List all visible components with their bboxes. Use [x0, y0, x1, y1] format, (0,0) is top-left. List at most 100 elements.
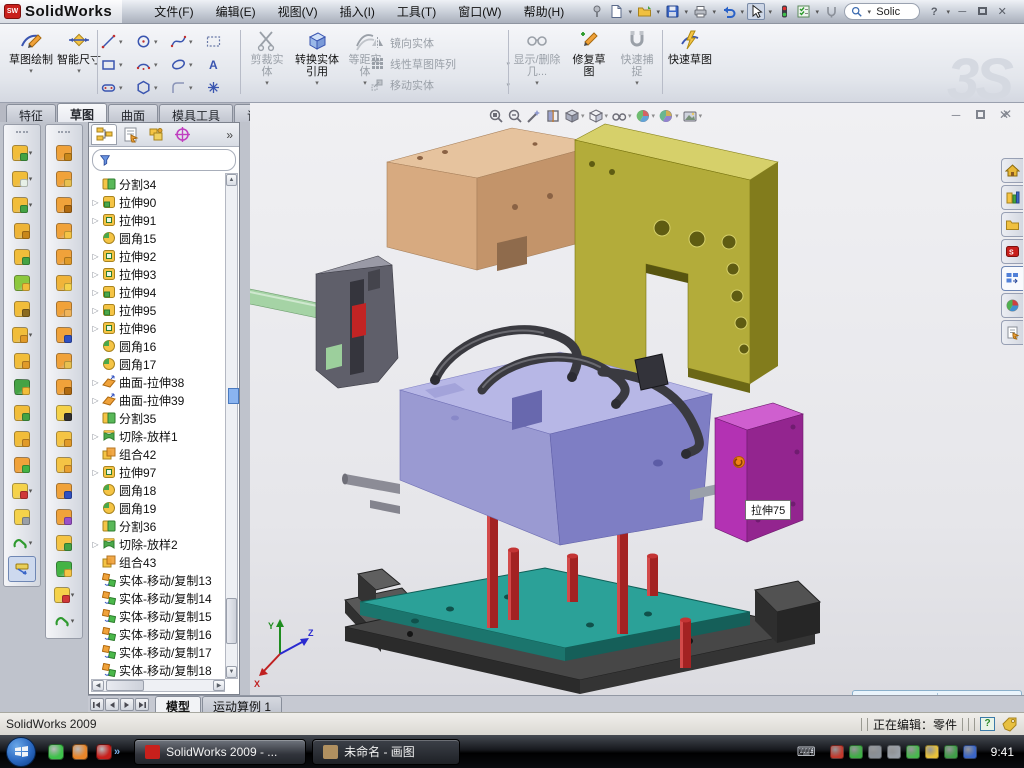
graphics-viewport[interactable]: Y Z X — [250, 103, 1024, 695]
display-style-icon[interactable]: ▾ — [588, 108, 609, 124]
features-extruded-boss-caret[interactable]: ▾ — [29, 149, 33, 157]
tree-item[interactable]: 圆角18 — [91, 481, 225, 499]
first-tab-button[interactable] — [90, 698, 104, 711]
tab-dimxpertmanager[interactable] — [169, 124, 195, 145]
minimize-button[interactable]: ─ — [952, 6, 972, 18]
sketch-fillet-tool[interactable]: ▾ — [170, 76, 204, 99]
expand-arrow-icon[interactable]: ▷ — [91, 432, 100, 441]
last-tab-button[interactable] — [135, 698, 149, 711]
tree-item[interactable]: ▷拉伸90 — [91, 193, 225, 211]
features-fillet-icon[interactable]: ▾ — [4, 192, 40, 218]
mold-freeform-curve-icon[interactable]: ▾ — [46, 608, 82, 634]
sketch-caret[interactable]: ▾ — [8, 67, 54, 75]
slot-tool[interactable]: ▾ — [100, 76, 134, 99]
smart-dimension-button[interactable]: 智能尺寸 ▾ — [56, 28, 102, 75]
scroll-thumb[interactable] — [106, 680, 144, 691]
display-delete-relations-caret[interactable]: ▾ — [512, 79, 562, 87]
sync-status-icon[interactable] — [963, 745, 977, 759]
mold-offset-surface-icon[interactable] — [46, 296, 82, 322]
trim-entities-button[interactable]: 剪裁实体 ▾ — [246, 28, 288, 87]
tab-featuremanager-tree[interactable] — [91, 124, 117, 145]
taskpane-design-library-tab[interactable] — [1001, 185, 1023, 210]
zoom-area-icon[interactable] — [507, 108, 523, 124]
system-update-icon[interactable] — [868, 745, 882, 759]
section-view-icon[interactable] — [545, 108, 561, 124]
features-linear-pattern-icon[interactable]: ▾ — [4, 322, 40, 348]
taskpane-custom-properties-tab[interactable] — [1001, 320, 1023, 345]
convert-entities-button[interactable]: 转换实体引用 ▾ — [292, 28, 342, 87]
tree-item[interactable]: 圆角19 — [91, 499, 225, 517]
expand-arrow-icon[interactable]: ▷ — [91, 378, 100, 387]
mold-core-icon[interactable] — [46, 556, 82, 582]
menu-item-0[interactable]: 文件(F) — [144, 0, 203, 23]
toolbar-grip[interactable] — [58, 131, 70, 137]
tree-item[interactable]: 圆角15 — [91, 229, 225, 247]
menu-item-6[interactable]: 帮助(H) — [514, 0, 575, 23]
antivirus-shield-icon[interactable] — [849, 745, 863, 759]
tab-surfaces[interactable]: 曲面 — [108, 104, 158, 122]
features-rib-icon[interactable] — [4, 348, 40, 374]
mold-parting-line-icon[interactable] — [46, 452, 82, 478]
features-delete-body-caret[interactable]: ▾ — [29, 487, 33, 495]
select-cursor-icon[interactable] — [747, 3, 765, 20]
taskbar-app-0[interactable]: SolidWorks 2009 - ... — [134, 739, 306, 765]
solidworks-shortcut-icon[interactable] — [96, 744, 112, 760]
search-scope-caret[interactable]: ▾ — [865, 8, 873, 16]
tree-item[interactable]: 实体-移动/复制14 — [91, 589, 225, 607]
convert-entities-caret[interactable]: ▾ — [292, 79, 342, 87]
tab-propertymanager[interactable] — [117, 124, 143, 145]
sketch-button[interactable]: 草图绘制 ▾ — [8, 28, 54, 75]
tree-item[interactable]: 分割34 — [91, 175, 225, 193]
features-combine-bodies-icon[interactable] — [4, 426, 40, 452]
menu-item-2[interactable]: 视图(V) — [268, 0, 328, 23]
tree-item[interactable]: 实体-移动/复制17 — [91, 643, 225, 661]
mirror-entities-button[interactable]: 镜向实体 — [370, 32, 510, 53]
new-file-caret[interactable]: ▾ — [626, 8, 634, 16]
scroll-right-button[interactable]: ▶ — [213, 680, 225, 691]
display-delete-relations-button[interactable]: 显示/删除几... ▾ — [512, 28, 562, 87]
taskpane-close-icon[interactable]: ✕ — [1002, 107, 1012, 121]
search-box[interactable]: ▾ Solic — [844, 3, 920, 20]
features-curve-caret[interactable]: ▾ — [29, 539, 33, 547]
media-player-icon[interactable] — [72, 744, 88, 760]
tree-item[interactable]: ▷拉伸97 — [91, 463, 225, 481]
quick-snaps-caret[interactable]: ▾ — [616, 79, 658, 87]
menu-item-3[interactable]: 插入(I) — [330, 0, 385, 23]
tab-features[interactable]: 特征 — [6, 104, 56, 122]
tab-sketch[interactable]: 草图 — [57, 103, 107, 122]
tree-item[interactable]: ▷拉伸95 — [91, 301, 225, 319]
features-extruded-boss-icon[interactable]: ▾ — [4, 140, 40, 166]
tag-icon[interactable] — [1000, 716, 1018, 732]
features-hole-wizard-icon[interactable] — [4, 296, 40, 322]
mold-ruled-surface-icon[interactable] — [46, 322, 82, 348]
mold-planar-surface-icon[interactable] — [46, 270, 82, 296]
expand-arrow-icon[interactable]: ▷ — [91, 288, 100, 297]
features-move-copy-body-icon[interactable] — [4, 452, 40, 478]
start-button[interactable] — [6, 737, 36, 767]
rebuild-traffic-light-icon[interactable] — [775, 3, 793, 20]
features-split-body-icon[interactable] — [4, 400, 40, 426]
taskpane-appearances-tab[interactable] — [1001, 293, 1023, 318]
tree-item[interactable]: ▷拉伸93 — [91, 265, 225, 283]
features-lofted-boss-icon[interactable] — [4, 244, 40, 270]
features-instant3d-measure-icon[interactable] — [8, 556, 36, 582]
expand-arrow-icon[interactable]: ▷ — [91, 324, 100, 333]
features-deform-icon[interactable] — [4, 504, 40, 530]
new-file-icon[interactable] — [607, 3, 625, 20]
help-caret[interactable]: ▾ — [944, 8, 952, 16]
circle-tool[interactable]: ▾ — [135, 30, 169, 53]
tree-item[interactable]: 实体-移动/复制13 — [91, 571, 225, 589]
close-button[interactable]: ✕ — [992, 5, 1012, 18]
expand-arrow-icon[interactable]: ▷ — [91, 468, 100, 477]
smart-dimension-caret[interactable]: ▾ — [56, 67, 102, 75]
doc-minimize-icon[interactable]: ─ — [948, 108, 964, 122]
features-extruded-cut-icon[interactable]: ▾ — [4, 166, 40, 192]
repair-sketch-button[interactable]: 修复草图 — [568, 28, 610, 78]
undo-icon[interactable] — [719, 3, 737, 20]
mold-delete-face-caret[interactable]: ▾ — [71, 591, 75, 599]
select-box-tool[interactable] — [205, 30, 239, 53]
mold-swept-surface-icon[interactable] — [46, 140, 82, 166]
tree-item[interactable]: 实体-移动/复制16 — [91, 625, 225, 643]
menu-item-4[interactable]: 工具(T) — [387, 0, 446, 23]
mold-curve-through-points-icon[interactable] — [46, 374, 82, 400]
